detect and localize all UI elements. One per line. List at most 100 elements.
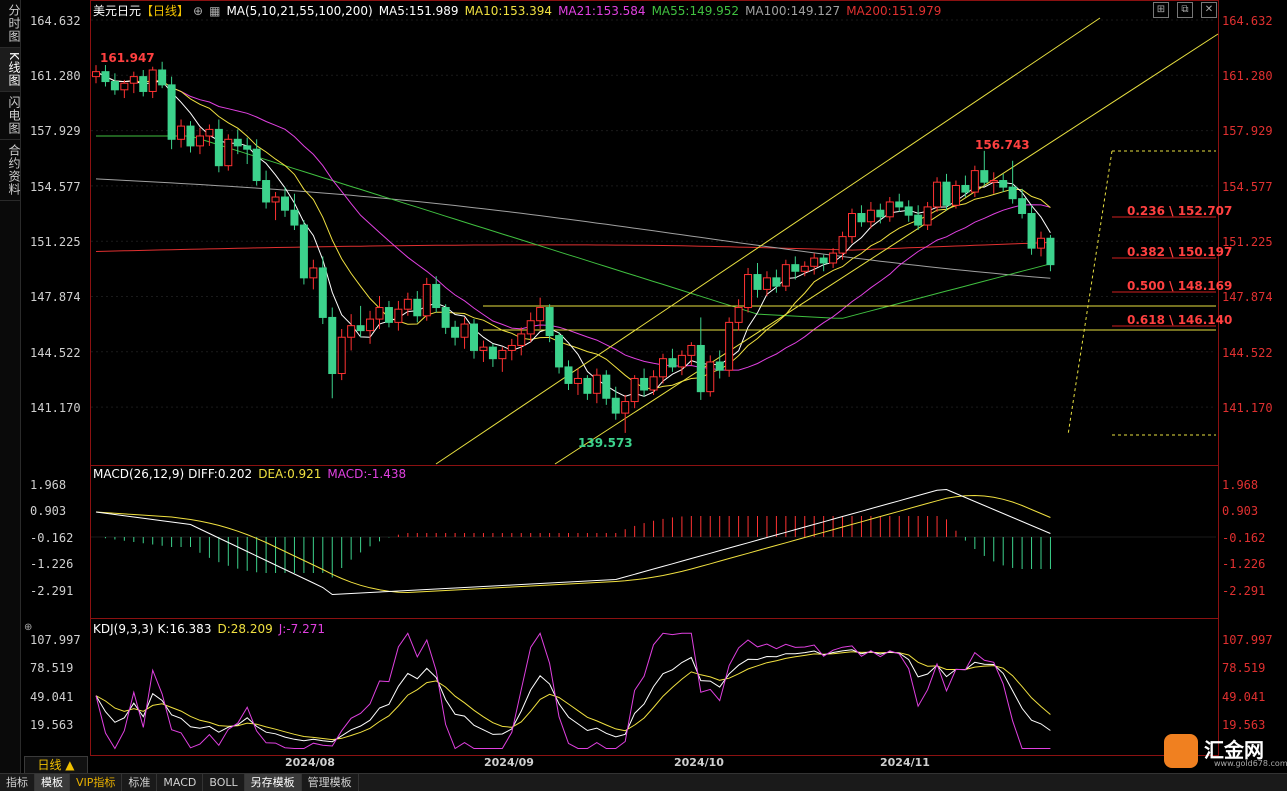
candle-body bbox=[800, 265, 809, 272]
candle-body bbox=[592, 374, 601, 394]
candle-body bbox=[110, 81, 119, 91]
candle-body bbox=[989, 180, 998, 183]
candle-body bbox=[545, 307, 554, 337]
candle-body bbox=[687, 344, 696, 356]
candle-body bbox=[460, 323, 469, 338]
candle-body bbox=[630, 377, 639, 403]
macd-axis-right: 0.903 bbox=[1222, 504, 1259, 518]
candle-body bbox=[347, 325, 356, 338]
price-axis-right: 141.170 bbox=[1222, 401, 1273, 415]
tab-vip-indicator[interactable]: VIP指标 bbox=[70, 774, 123, 791]
ma100-value: MA100:149.127 bbox=[745, 4, 841, 18]
kdj-header: KDJ(9,3,3) K:16.383 D:28.209 J:-7.271 bbox=[93, 622, 331, 636]
chart-canvas[interactable] bbox=[0, 0, 1287, 790]
candle-body bbox=[734, 307, 743, 323]
zoom-icon[interactable]: ⊞ bbox=[1153, 2, 1169, 18]
settings-icon[interactable]: ⊕ bbox=[193, 4, 203, 18]
high-annotation: 156.743 bbox=[975, 138, 1030, 152]
ma200-value: MA200:151.979 bbox=[846, 4, 942, 18]
candle-body bbox=[951, 184, 960, 206]
macd-dea: DEA:0.921 bbox=[258, 467, 322, 481]
fib-level-label: 0.236 \ 152.707 bbox=[1127, 204, 1233, 218]
macd-axis-left: -0.162 bbox=[30, 531, 74, 545]
candle-body bbox=[753, 274, 762, 290]
tab-boll[interactable]: BOLL bbox=[203, 774, 245, 791]
kdj-axis-left: 19.563 bbox=[30, 718, 74, 732]
candle-body bbox=[772, 277, 781, 287]
ma10-line bbox=[95, 71, 1051, 390]
candle-body bbox=[309, 267, 318, 279]
tab-manage-template[interactable]: 管理模板 bbox=[302, 774, 359, 791]
kdj-axis-right: 78.519 bbox=[1222, 661, 1266, 675]
macd-header: MACD(26,12,9) DIFF:0.202 DEA:0.921 MACD:-1.… bbox=[93, 467, 412, 481]
candle-body bbox=[933, 181, 942, 208]
candle-body bbox=[838, 236, 847, 254]
candle-body bbox=[186, 125, 195, 147]
candle-body bbox=[536, 307, 545, 322]
candle-body bbox=[413, 298, 422, 317]
candle-body bbox=[517, 333, 526, 346]
candle-body bbox=[602, 374, 611, 399]
kdj-axis-right: 49.041 bbox=[1222, 690, 1266, 704]
candle-body bbox=[139, 76, 148, 92]
candle-body bbox=[876, 209, 885, 218]
macd-axis-right: -1.226 bbox=[1222, 557, 1266, 571]
channel-upper-line bbox=[435, 17, 1101, 465]
kdj-k-line bbox=[95, 649, 1051, 743]
tab-macd[interactable]: MACD bbox=[157, 774, 204, 791]
kdj-axis-right: 107.997 bbox=[1222, 633, 1273, 647]
tab-indicator[interactable]: 指标 bbox=[0, 774, 35, 791]
candle-body bbox=[640, 377, 649, 391]
price-axis-left: 154.577 bbox=[30, 180, 81, 194]
macd-axis-left: 1.968 bbox=[30, 478, 67, 492]
candle-body bbox=[857, 213, 866, 223]
period-selector[interactable]: 日线 ▲ bbox=[24, 756, 88, 774]
candle-body bbox=[422, 283, 431, 317]
candle-body bbox=[1018, 198, 1027, 215]
candle-body bbox=[120, 82, 129, 91]
candle-body bbox=[611, 397, 620, 414]
candle-body bbox=[92, 71, 100, 78]
candle-body bbox=[441, 307, 450, 328]
price-axis-left: 141.170 bbox=[30, 401, 81, 415]
price-axis-right: 144.522 bbox=[1222, 346, 1273, 360]
candle-body bbox=[337, 336, 346, 375]
candle-body bbox=[961, 184, 970, 193]
fib-diagonal-line bbox=[1067, 150, 1113, 436]
candle-body bbox=[498, 349, 507, 360]
price-axis-left: 157.929 bbox=[30, 124, 81, 138]
restore-icon[interactable]: ⧉ bbox=[1177, 2, 1193, 18]
candle-body bbox=[583, 377, 592, 394]
candle-body bbox=[243, 145, 252, 150]
candle-body bbox=[432, 283, 441, 309]
candle-body bbox=[470, 323, 478, 351]
candle-body bbox=[158, 69, 167, 86]
macd-diff: DIFF:0.202 bbox=[188, 467, 253, 481]
ma100-line bbox=[95, 178, 1051, 279]
tab-standard[interactable]: 标准 bbox=[122, 774, 158, 791]
candle-body bbox=[318, 267, 327, 318]
candle-body bbox=[366, 318, 375, 332]
kdj-settings-icon[interactable]: ⊕ bbox=[24, 622, 32, 633]
macd-axis-right: -0.162 bbox=[1222, 531, 1266, 545]
candle-body bbox=[195, 135, 204, 147]
ma55-line bbox=[96, 135, 1051, 319]
close-icon[interactable]: ✕ bbox=[1201, 2, 1217, 18]
candle-body bbox=[762, 277, 771, 290]
macd-params: MACD(26,12,9) bbox=[93, 467, 185, 481]
candle-body bbox=[167, 84, 176, 140]
tab-template[interactable]: 模板 bbox=[35, 774, 70, 791]
date-label: 2024/10 bbox=[674, 756, 724, 769]
indicator-menu-icon[interactable]: ▦ bbox=[209, 4, 220, 18]
ma21-value: MA21:153.584 bbox=[558, 4, 646, 18]
candle-body bbox=[101, 71, 110, 83]
candle-body bbox=[866, 209, 875, 223]
price-axis-right: 157.929 bbox=[1222, 124, 1273, 138]
candle-body bbox=[791, 264, 800, 272]
ma5-line bbox=[95, 71, 1051, 397]
kdj-k: K:16.383 bbox=[157, 622, 212, 636]
tab-save-template[interactable]: 另存模板 bbox=[244, 774, 302, 791]
candle-body bbox=[1046, 237, 1055, 266]
candle-body bbox=[129, 76, 138, 84]
candle-body bbox=[271, 196, 280, 203]
